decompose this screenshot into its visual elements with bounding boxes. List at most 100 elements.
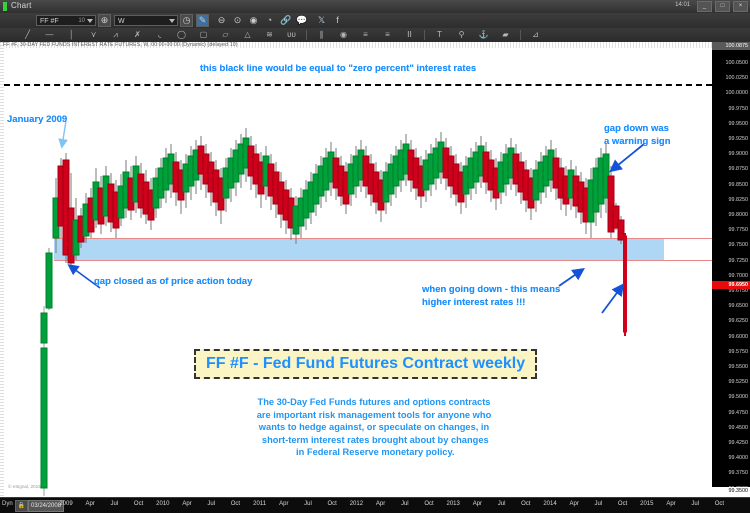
axis-corner-price: 99.3500 [712,487,750,497]
price-tick: 99.6250 [728,318,749,325]
clock-alt-icon[interactable]: ◔ [264,15,275,26]
ellipse-icon[interactable]: ◯ [176,29,187,40]
interval-clock-button[interactable]: ◷ [180,14,193,27]
time-tick: Oct [714,501,725,507]
means-arrow [558,267,585,287]
price-axis-top-label: 100.0875 [725,43,748,49]
chevron-down-icon-interval[interactable] [169,19,175,23]
time-tick: Jul [207,501,216,507]
time-tick: 2014 [543,501,557,507]
price-tick: 99.7500 [728,242,749,249]
price-tick: 99.5500 [728,364,749,370]
time-tick: 2009 [59,501,73,507]
fill-icon[interactable]: ▰ [500,29,511,40]
anchor-icon[interactable]: ⚓ [478,29,489,40]
window-title-bar: Chart 14:01 _ □ × [0,0,750,14]
draw-pencil-button[interactable]: ✎ [196,14,209,27]
symbol-search-button[interactable]: ⊕ [98,14,111,27]
time-tick: 2011 [253,501,267,507]
price-tick: 99.4000 [728,455,749,462]
price-tick: 99.4250 [728,440,749,446]
cycles-icon[interactable]: ᴜᴜ [286,29,297,40]
fib-arc-icon[interactable]: ◟ [154,29,165,40]
parallelogram-icon[interactable]: ▱ [220,29,231,40]
price-tick: 99.9750 [728,105,749,112]
price-tick: 99.8000 [728,212,749,218]
price-tick: 99.9000 [728,151,749,158]
higher-rates-annotation: when going down - this means higher inte… [422,284,561,308]
time-tick: Apr [569,501,579,507]
time-axis[interactable]: 99.3500 Dyn 🔒 03/24/2008 2009 Apr Jul Oct 20… [0,487,750,513]
symbol-toolbar: FF #F 10 ⊕ W ◷ ✎ ⊖ ⊙ ◉ ◔ 🔗 💬 𝕏 f [0,13,750,29]
chart-canvas[interactable]: FF #F, 30-DAY FED FUNDS INTEREST RATE FU… [0,42,750,497]
time-tick: Apr [666,501,676,507]
minimize-button[interactable]: _ [697,1,713,12]
pencil-icon: ✎ [198,15,207,25]
price-tick: 99.8250 [728,196,749,203]
price-axis[interactable]: 100.0875 100.0500 100.0250 100.0000 99.9750… [712,42,750,497]
facebook-icon[interactable]: f [332,15,343,26]
measure-icon[interactable]: ⊿ [530,29,541,40]
rectangle-icon[interactable]: ▢ [198,29,209,40]
vertical-line-icon[interactable]: │ [66,29,77,40]
time-tick: Apr [85,501,95,507]
time-tick: Apr [182,501,192,507]
time-tick: Jul [497,501,506,507]
text-icon[interactable]: T [434,29,445,40]
text-list-icon[interactable]: ≡ [382,29,393,40]
toolbar-separator-3 [520,30,521,40]
target-icon[interactable]: ◉ [248,15,259,26]
time-tick: Jul [110,501,119,507]
price-tick: 99.4500 [728,424,749,431]
twitter-icon[interactable]: 𝕏 [316,15,327,26]
close-button[interactable]: × [733,1,748,12]
time-tick: Oct [424,501,434,507]
trendline-icon[interactable]: ╱ [22,29,33,40]
gap-down-annotation: gap down was a warning sign [604,123,671,147]
parallel-channel-icon[interactable]: ∥ [316,29,327,40]
dyn-label: Dyn [2,501,13,507]
time-tick: Apr [279,501,289,507]
magnifier-icon: ⊕ [100,15,109,25]
price-tick: 99.6500 [728,303,749,310]
toolbar-separator-2 [424,30,425,40]
chevron-down-icon[interactable] [87,19,93,23]
zoom-out-icon[interactable]: ⊖ [216,15,227,26]
chart-description: The 30-Day Fed Funds futures and options… [256,397,492,458]
time-tick: Oct [230,501,241,507]
lock-icon[interactable]: 🔒 [15,500,28,512]
axis-corner-price-value: 99.3500 [728,488,749,494]
comment-icon[interactable]: 💬 [296,15,307,26]
status-indicator [3,2,7,11]
clock-icon: ◷ [182,15,191,25]
price-tick: 100.0250 [725,75,748,82]
symbol-input[interactable]: FF #F 10 [36,15,96,26]
january-2009-annotation: January 2009 [7,114,68,125]
zoom-in-icon[interactable]: ⊙ [232,15,243,26]
text-lines-icon[interactable]: ≡ [360,29,371,40]
fib-retracement-icon[interactable]: ⩘ [110,29,121,40]
time-tick: Jul [304,501,312,507]
maximize-button[interactable]: □ [715,1,731,12]
balloon-icon[interactable]: ⚲ [456,29,467,40]
interval-select[interactable]: W [114,15,178,26]
polyline-icon[interactable]: ⋎ [88,29,99,40]
chart-title-text: FF #F - Fed Fund Futures Contract weekly [206,355,526,372]
horizontal-line-icon[interactable]: — [44,29,55,40]
gann-icon[interactable]: ◉ [338,29,349,40]
pitchfork-icon[interactable]: ≋ [264,29,275,40]
time-tick: Oct [327,501,337,507]
price-tick: 99.5750 [728,348,749,355]
triangle-icon[interactable]: △ [242,29,253,40]
last-price-tag: 99.6950 [712,281,750,289]
time-tick: 2013 [446,501,460,507]
price-tick: 100.0000 [725,90,748,97]
link-icon[interactable]: 🔗 [280,15,291,26]
interval-value: W [118,18,125,25]
bars-icon[interactable]: ⅠⅠ [404,29,415,40]
time-tick: Jul [691,501,700,507]
time-tick: Apr [472,501,483,507]
price-plot[interactable]: this black line would be equal to "zero … [4,48,712,497]
fib-fan-icon[interactable]: ✗ [132,29,143,40]
time-tick: Apr [375,501,386,507]
